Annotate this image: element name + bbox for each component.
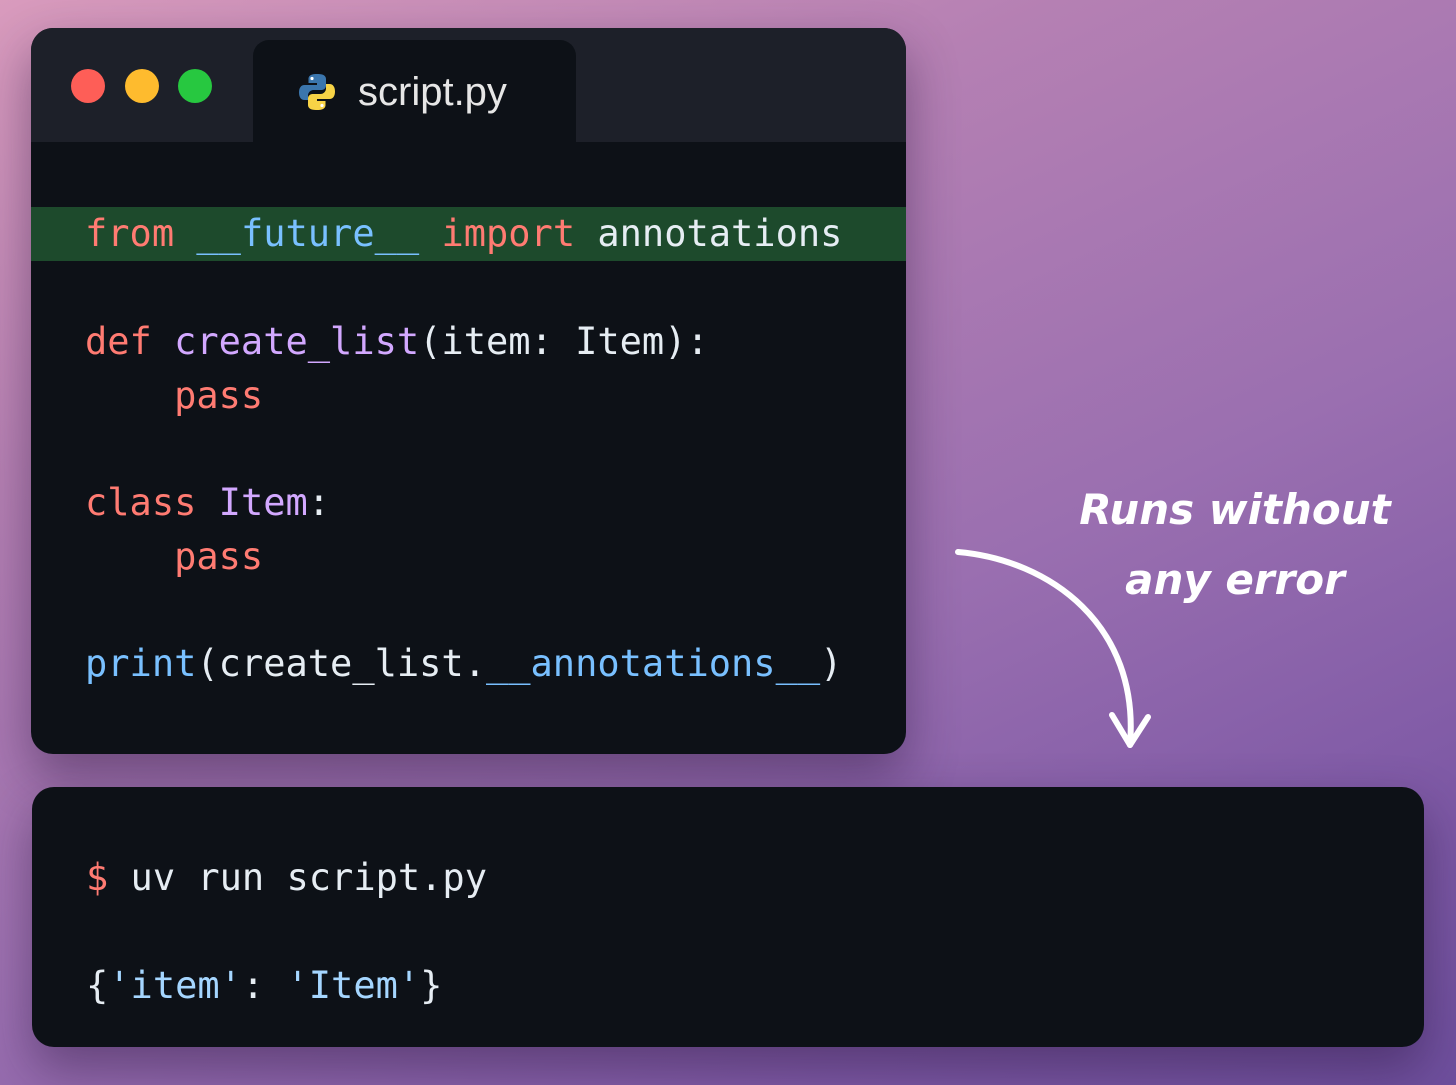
terminal-command-line: $ uv run script.py <box>86 851 487 905</box>
terminal-window[interactable]: $ uv run script.py {'item': 'Item'} <box>32 787 1424 1047</box>
code-line-4: class Item: <box>85 481 331 524</box>
maximize-window-button[interactable] <box>178 69 212 103</box>
terminal-command: uv run script.py <box>108 856 487 899</box>
terminal-output-line: {'item': 'Item'} <box>86 964 443 1007</box>
code-line-6: print(create_list.__annotations__) <box>85 642 843 685</box>
curved-arrow-icon <box>955 549 1151 748</box>
terminal-prompt: $ <box>86 856 109 899</box>
minimize-window-button[interactable] <box>125 69 159 103</box>
code-line-5: pass <box>174 535 264 578</box>
code-editor-window: script.py from __future__ import annotat… <box>31 28 906 754</box>
tab-filename: script.py <box>358 70 507 114</box>
title-bar: script.py <box>31 28 906 144</box>
code-line-2: def create_list(item: Item): <box>85 320 709 363</box>
close-window-button[interactable] <box>71 69 105 103</box>
code-line-3: pass <box>174 374 264 417</box>
tab-script-py[interactable]: script.py <box>253 40 576 144</box>
code-line-1: from __future__ import annotations <box>85 212 843 255</box>
python-logo-icon <box>299 74 335 110</box>
